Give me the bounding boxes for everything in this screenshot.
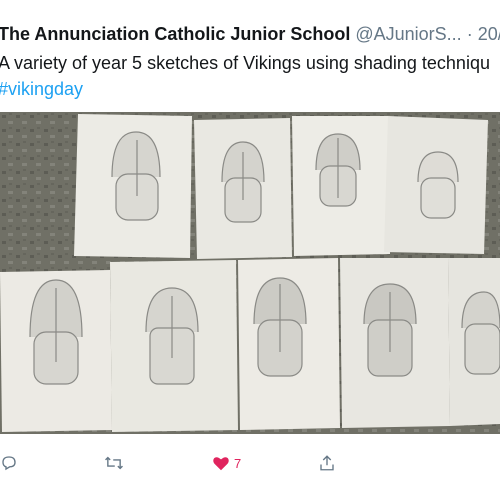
tweet-date[interactable]: 20/0 bbox=[478, 24, 500, 44]
author-name[interactable]: The Annunciation Catholic Junior School bbox=[0, 24, 350, 44]
tweet-text: A variety of year 5 sketches of Vikings … bbox=[0, 53, 490, 73]
like-count: 7 bbox=[234, 455, 242, 471]
like-button[interactable]: 7 bbox=[212, 452, 241, 474]
tweet-photo[interactable] bbox=[0, 112, 500, 434]
author-handle[interactable]: @AJuniorS... bbox=[355, 24, 461, 44]
viking-sketches-photo bbox=[0, 112, 500, 434]
retweet-button[interactable] bbox=[104, 452, 124, 474]
separator-dot: · bbox=[466, 24, 473, 44]
share-icon bbox=[320, 455, 334, 471]
reply-button[interactable] bbox=[0, 452, 18, 474]
retweet-icon bbox=[105, 456, 123, 470]
tweet-header: The Annunciation Catholic Junior School … bbox=[0, 22, 500, 46]
heart-icon bbox=[213, 457, 229, 471]
tweet-actions: 7 bbox=[0, 448, 500, 478]
hashtag-link[interactable]: #vikingday bbox=[0, 76, 83, 102]
share-button[interactable] bbox=[318, 452, 336, 474]
reply-icon bbox=[2, 456, 16, 471]
